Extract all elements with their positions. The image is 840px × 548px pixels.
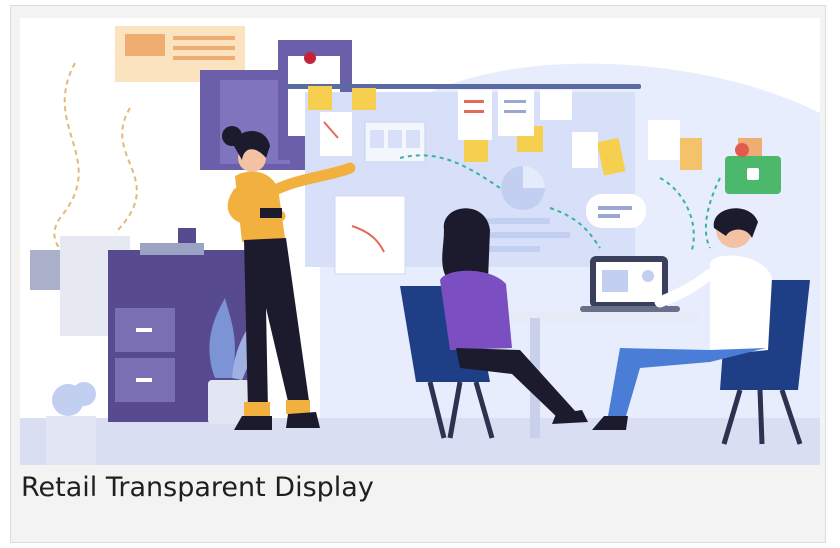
board-rail (285, 84, 641, 89)
office-collaboration-illustration (20, 18, 820, 465)
product-title: Retail Transparent Display (21, 472, 374, 503)
floor (20, 418, 820, 465)
